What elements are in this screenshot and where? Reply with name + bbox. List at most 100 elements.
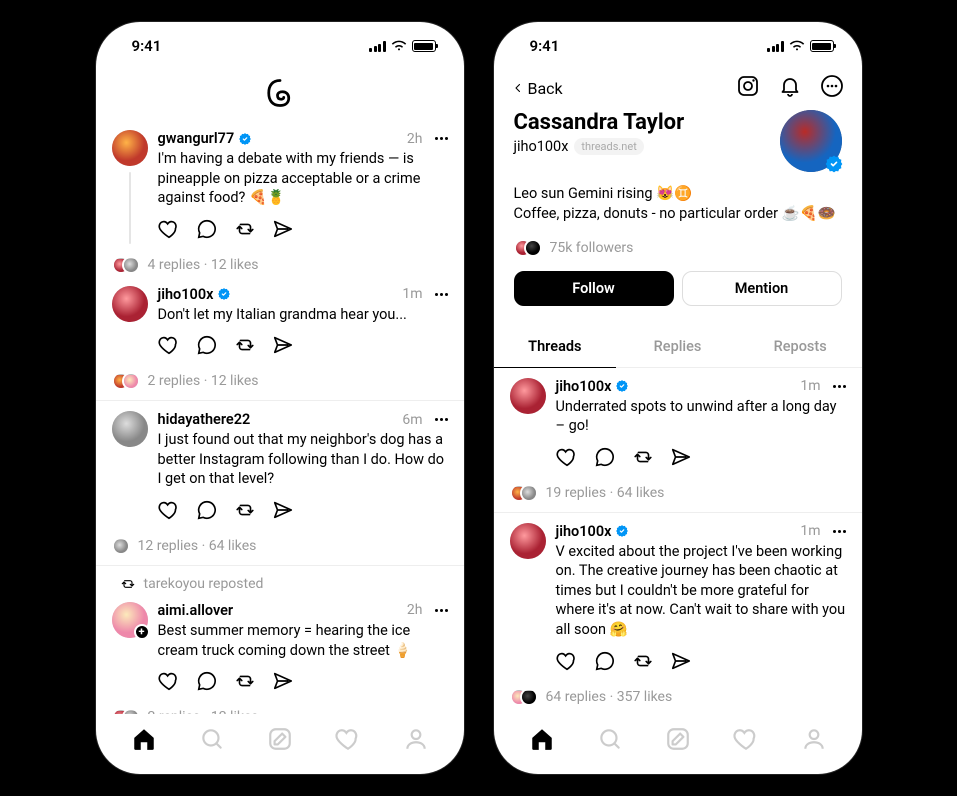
like-button[interactable]	[556, 650, 578, 676]
notifications-icon[interactable]	[778, 74, 802, 102]
nav-profile[interactable]	[401, 724, 431, 754]
nav-home[interactable]	[129, 724, 159, 754]
post-username[interactable]: hidayathere22	[158, 411, 251, 428]
top-nav: Back	[494, 70, 862, 110]
post-time: 1m	[800, 378, 820, 394]
reply-avatars[interactable]	[112, 372, 140, 390]
post[interactable]: gwangurl77 2h I'm having a debate with m…	[96, 120, 464, 252]
nav-activity[interactable]	[333, 724, 363, 754]
repost-button[interactable]	[234, 334, 256, 360]
like-button[interactable]	[158, 218, 180, 244]
post-text: V excited about the project I've been wo…	[556, 542, 846, 640]
nav-search[interactable]	[197, 724, 227, 754]
comment-button[interactable]	[196, 334, 218, 360]
signal-icon	[767, 41, 784, 52]
mention-button[interactable]: Mention	[682, 271, 842, 306]
post-meta[interactable]: 64 replies · 357 likes	[546, 689, 673, 705]
share-button[interactable]	[670, 650, 692, 676]
post-username[interactable]: gwangurl77	[158, 130, 235, 147]
profile-name: Cassandra Taylor	[514, 110, 685, 136]
comment-button[interactable]	[594, 650, 616, 676]
domain-badge[interactable]: threads.net	[574, 138, 643, 155]
share-button[interactable]	[272, 499, 294, 525]
tab-reposts[interactable]: Reposts	[739, 326, 862, 368]
repost-button[interactable]	[234, 670, 256, 696]
follow-button[interactable]: Follow	[514, 271, 674, 306]
post-more-button[interactable]	[435, 609, 448, 612]
post-meta[interactable]: 12 replies · 64 likes	[138, 538, 257, 554]
phone-profile: 9:41 Back Cassandra Taylor jiho100x thre…	[494, 22, 862, 774]
verified-icon	[615, 524, 629, 538]
like-button[interactable]	[158, 670, 180, 696]
post[interactable]: jiho100x 1m V excited about the project …	[494, 513, 862, 684]
post-username[interactable]: jiho100x	[556, 523, 612, 540]
share-button[interactable]	[670, 446, 692, 472]
post-meta[interactable]: 19 replies · 64 likes	[546, 485, 665, 501]
post-meta[interactable]: 4 replies · 12 likes	[148, 257, 259, 273]
comment-button[interactable]	[196, 218, 218, 244]
share-button[interactable]	[272, 334, 294, 360]
reply-avatars[interactable]	[112, 256, 140, 274]
share-button[interactable]	[272, 670, 294, 696]
tab-threads[interactable]: Threads	[494, 326, 617, 368]
instagram-icon[interactable]	[736, 74, 760, 102]
post[interactable]: jiho100x 1m Underrated spots to unwind a…	[494, 368, 862, 480]
repost-label: tarekoyou reposted	[96, 566, 464, 592]
share-button[interactable]	[272, 218, 294, 244]
profile-header: Cassandra Taylor jiho100x threads.net Le…	[494, 110, 862, 318]
post-username[interactable]: aimi.allover	[158, 602, 234, 619]
avatar[interactable]	[112, 411, 148, 447]
verified-icon	[615, 379, 629, 393]
post[interactable]: jiho100x 1m Don't let my Italian grandma…	[96, 284, 464, 369]
post-meta[interactable]: 2 replies · 12 likes	[148, 373, 259, 389]
verified-icon	[217, 287, 231, 301]
post-time: 1m	[800, 523, 820, 539]
like-button[interactable]	[556, 446, 578, 472]
profile-feed: jiho100x 1m Underrated spots to unwind a…	[494, 368, 862, 714]
repost-button[interactable]	[632, 446, 654, 472]
avatar[interactable]	[510, 378, 546, 414]
post-more-button[interactable]	[435, 137, 448, 140]
reply-avatars[interactable]	[112, 537, 130, 555]
like-button[interactable]	[158, 334, 180, 360]
nav-profile[interactable]	[799, 724, 829, 754]
comment-button[interactable]	[196, 670, 218, 696]
add-follow-icon[interactable]: +	[134, 624, 150, 640]
post-more-button[interactable]	[833, 530, 846, 533]
repost-button[interactable]	[234, 499, 256, 525]
post-text: I just found out that my neighbor's dog …	[158, 430, 448, 489]
post[interactable]: + aimi.allover 2h Best summer memory = h…	[96, 592, 464, 704]
nav-activity[interactable]	[731, 724, 761, 754]
repost-button[interactable]	[632, 650, 654, 676]
reply-avatars[interactable]	[510, 688, 538, 706]
nav-compose[interactable]	[265, 724, 295, 754]
more-options-icon[interactable]	[820, 74, 844, 102]
post[interactable]: hidayathere22 6m I just found out that m…	[96, 401, 464, 533]
threads-logo[interactable]	[96, 70, 464, 120]
post-username[interactable]: jiho100x	[556, 378, 612, 395]
post-more-button[interactable]	[435, 418, 448, 421]
nav-search[interactable]	[595, 724, 625, 754]
nav-compose[interactable]	[663, 724, 693, 754]
wifi-icon	[789, 40, 805, 52]
verified-icon	[238, 132, 252, 146]
repost-button[interactable]	[234, 218, 256, 244]
battery-icon	[412, 40, 436, 52]
status-bar: 9:41	[96, 22, 464, 70]
post-more-button[interactable]	[833, 385, 846, 388]
post-more-button[interactable]	[435, 293, 448, 296]
comment-button[interactable]	[594, 446, 616, 472]
wifi-icon	[391, 40, 407, 52]
post-username[interactable]: jiho100x	[158, 286, 214, 303]
nav-home[interactable]	[527, 724, 557, 754]
home-feed: gwangurl77 2h I'm having a debate with m…	[96, 120, 464, 714]
like-button[interactable]	[158, 499, 180, 525]
avatar[interactable]	[112, 286, 148, 322]
followers-row[interactable]: 75k followers	[514, 239, 842, 257]
comment-button[interactable]	[196, 499, 218, 525]
reply-avatars[interactable]	[510, 484, 538, 502]
avatar[interactable]	[112, 130, 148, 166]
avatar[interactable]	[510, 523, 546, 559]
tab-replies[interactable]: Replies	[616, 326, 739, 368]
back-button[interactable]: Back	[512, 79, 563, 98]
